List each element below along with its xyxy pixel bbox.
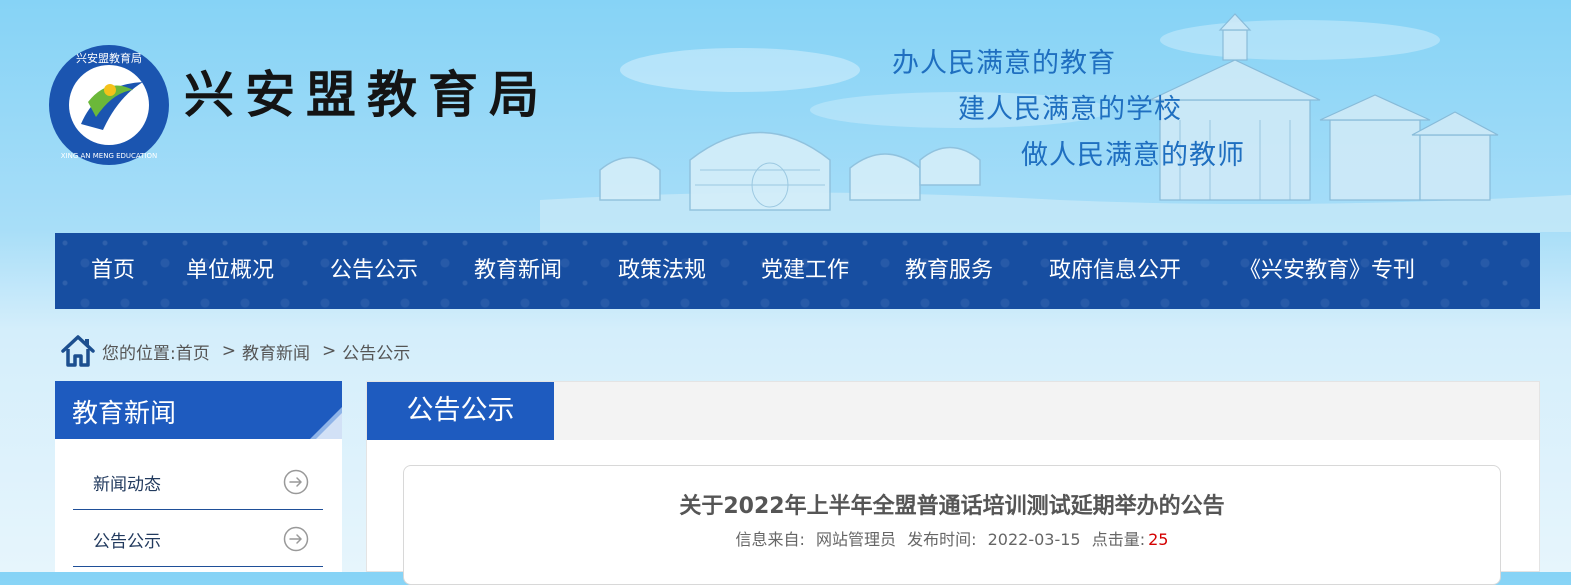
tab-announcements[interactable]: 公告公示 bbox=[367, 382, 554, 440]
nav-item-party-building[interactable]: 党建工作 bbox=[761, 233, 849, 309]
nav-item-home[interactable]: 首页 bbox=[91, 233, 135, 309]
date-value: 2022-03-15 bbox=[987, 530, 1081, 549]
breadcrumb-announcements[interactable]: 公告公示 bbox=[342, 339, 410, 364]
slogan-line-1: 办人民满意的教育 bbox=[892, 48, 1116, 79]
nav-item-announcements[interactable]: 公告公示 bbox=[330, 233, 418, 309]
sidebar-title: 教育新闻 bbox=[72, 399, 177, 429]
arrow-right-circle-icon bbox=[283, 469, 309, 495]
sidebar-item-announcements[interactable]: 公告公示 bbox=[73, 510, 323, 567]
slogan-line-2: 建人民满意的学校 bbox=[958, 94, 1182, 125]
sidebar-item-label: 公告公示 bbox=[93, 532, 161, 552]
date-label: 发布时间: bbox=[907, 530, 977, 549]
hits-value: 25 bbox=[1148, 530, 1169, 549]
slogan-line-3: 做人民满意的教师 bbox=[1021, 140, 1245, 171]
sidebar-header: 教育新闻 bbox=[55, 381, 342, 439]
breadcrumb-separator: > bbox=[221, 341, 236, 361]
source-label: 信息来自: bbox=[735, 530, 805, 549]
main-panel: 公告公示 关于2022年上半年全盟普通话培训测试延期举办的公告 信息来自: 网站… bbox=[366, 381, 1540, 585]
nav-item-xingan-journal[interactable]: 《兴安教育》专刊 bbox=[1239, 233, 1415, 309]
svg-text:兴安盟教育局: 兴安盟教育局 bbox=[76, 51, 142, 65]
header-banner: 兴安盟教育局 XING AN MENG EDUCATION 兴安盟教育局 办人民… bbox=[0, 0, 1571, 232]
sidebar-item-label: 新闻动态 bbox=[93, 475, 161, 495]
home-icon bbox=[61, 335, 95, 367]
article-title: 关于2022年上半年全盟普通话培训测试延期举办的公告 bbox=[679, 494, 1225, 519]
sidebar-item-news-updates[interactable]: 新闻动态 bbox=[73, 453, 323, 510]
hits-label: 点击量: bbox=[1091, 530, 1146, 549]
nav-item-education-news[interactable]: 教育新闻 bbox=[474, 233, 562, 309]
svg-text:XING AN MENG EDUCATION: XING AN MENG EDUCATION bbox=[61, 152, 158, 160]
site-title: 兴安盟教育局 bbox=[184, 66, 550, 124]
breadcrumb-education-news[interactable]: 教育新闻 bbox=[242, 339, 310, 364]
breadcrumb-separator: > bbox=[321, 341, 337, 361]
nav-item-education-services[interactable]: 教育服务 bbox=[905, 233, 993, 309]
breadcrumb-prefix: 您的位置: bbox=[102, 343, 176, 364]
nav-item-overview[interactable]: 单位概况 bbox=[186, 233, 274, 309]
article-card: 关于2022年上半年全盟普通话培训测试延期举办的公告 信息来自: 网站管理员 发… bbox=[403, 465, 1501, 585]
article-meta: 信息来自: 网站管理员 发布时间: 2022-03-15 点击量: 25 bbox=[404, 526, 1500, 550]
main-panel-header: 公告公示 bbox=[367, 382, 1539, 440]
main-nav: 首页 单位概况 公告公示 教育新闻 政策法规 党建工作 教育服务 政府信息公开 … bbox=[55, 233, 1540, 309]
source-value: 网站管理员 bbox=[816, 530, 897, 549]
breadcrumb: 您的位置: 首页 > 教育新闻 > 公告公示 bbox=[60, 334, 410, 368]
corner-fold-icon bbox=[310, 407, 342, 439]
nav-item-policies[interactable]: 政策法规 bbox=[618, 233, 706, 309]
breadcrumb-home[interactable]: 首页 bbox=[176, 339, 210, 364]
arrow-right-circle-icon bbox=[283, 526, 309, 552]
nav-item-gov-info[interactable]: 政府信息公开 bbox=[1049, 233, 1181, 309]
bureau-logo-icon: 兴安盟教育局 XING AN MENG EDUCATION bbox=[49, 45, 169, 165]
